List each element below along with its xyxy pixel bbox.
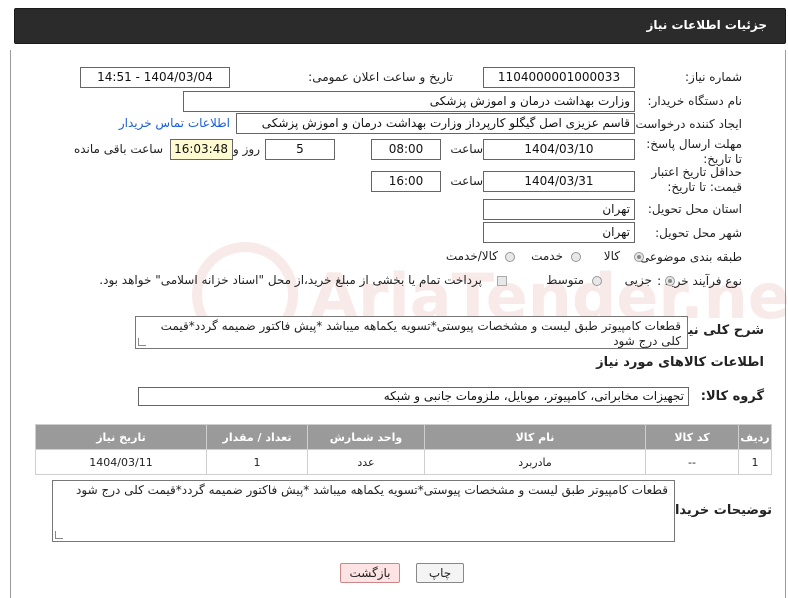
cell-qty: 1 <box>206 449 308 475</box>
description-text: قطعات کامپیوتر طبق لیست و مشخصات پیوستی*… <box>160 319 681 348</box>
treasury-payment-note: پرداخت تمام یا بخشی از مبلغ خرید،از محل … <box>99 273 482 287</box>
cell-unit: عدد <box>307 449 425 475</box>
process-minor-radio[interactable] <box>665 276 675 286</box>
goods-section-title: اطلاعات کالاهای مورد نیاز <box>596 355 764 370</box>
process-medium-label: متوسط <box>546 273 584 287</box>
process-medium-radio[interactable] <box>592 276 602 286</box>
validity-time-label: ساعت <box>450 174 483 188</box>
category-goods-radio[interactable] <box>634 252 644 262</box>
cell-code: -- <box>645 449 739 475</box>
province-value: تهران <box>483 199 635 220</box>
deadline-time: 08:00 <box>371 139 441 160</box>
need-number-value: 1104000001000033 <box>483 67 635 88</box>
remaining-label: ساعت باقی مانده <box>73 142 163 156</box>
col-date: تاریخ نیاز <box>35 424 207 450</box>
category-label: طبقه بندی موضوعی: <box>635 250 742 264</box>
category-goods-service-label: کالا/خدمت <box>445 249 498 263</box>
days-label: روز و <box>233 142 260 156</box>
category-goods-service-radio[interactable] <box>505 252 515 262</box>
category-goods-label: کالا <box>603 249 620 263</box>
announce-value: 1404/03/04 - 14:51 <box>80 67 230 88</box>
announce-label: تاریخ و ساعت اعلان عمومی: <box>308 70 453 84</box>
col-name: نام کالا <box>424 424 646 450</box>
buyer-org-value: وزارت بهداشت درمان و اموزش پزشکی <box>183 91 635 112</box>
page-title: جزئیات اطلاعات نیاز <box>646 18 767 32</box>
buyer-notes-label: توضیحات خریدار: <box>662 503 772 518</box>
goods-table: ردیف کد کالا نام کالا واحد شمارش تعداد /… <box>35 424 772 475</box>
remaining-time: 16:03:48 <box>170 139 233 160</box>
details-header-panel: جزئیات اطلاعات نیاز <box>14 8 786 44</box>
cell-row: 1 <box>738 449 772 475</box>
print-button[interactable]: چاپ <box>416 563 464 583</box>
buyer-contact-link[interactable]: اطلاعات تماس خریدار <box>119 116 230 130</box>
col-code: کد کالا <box>645 424 739 450</box>
validity-time: 16:00 <box>371 171 441 192</box>
cell-date: 1404/03/11 <box>35 449 207 475</box>
need-number-label: شماره نیاز: <box>685 70 742 84</box>
city-label: شهر محل تحویل: <box>655 226 742 240</box>
requester-value: قاسم عزیزی اصل گیگلو کارپرداز وزارت بهدا… <box>236 113 635 134</box>
validity-date: 1404/03/31 <box>483 171 635 192</box>
goods-group-label: گروه کالا: <box>700 389 764 404</box>
col-unit: واحد شمارش <box>307 424 425 450</box>
table-row: 1 -- مادربرد عدد 1 1404/03/11 <box>35 449 772 475</box>
treasury-payment-checkbox[interactable] <box>497 276 507 286</box>
page-frame: جزئیات اطلاعات نیاز AriaTender.net شماره… <box>0 0 788 598</box>
deadline-date: 1404/03/10 <box>483 139 635 160</box>
city-value: تهران <box>483 222 635 243</box>
category-service-label: خدمت <box>531 249 563 263</box>
back-button[interactable]: بازگشت <box>340 563 400 583</box>
validity-label: حداقل تاریخ اعتبار قیمت: تا تاریخ: <box>651 165 742 194</box>
goods-table-header: ردیف کد کالا نام کالا واحد شمارش تعداد /… <box>35 424 772 450</box>
goods-group-value: تجهیزات مخابراتی، کامپیوتر، موبایل، ملزو… <box>138 387 689 406</box>
buyer-notes-textarea: قطعات کامپیوتر طبق لیست و مشخصات پیوستی*… <box>52 480 675 542</box>
resize-handle-icon[interactable] <box>138 338 146 346</box>
deadline-time-label: ساعت <box>450 142 483 156</box>
deadline-label: مهلت ارسال پاسخ: تا تاریخ: <box>646 137 742 166</box>
description-textarea: قطعات کامپیوتر طبق لیست و مشخصات پیوستی*… <box>135 316 688 349</box>
col-row: ردیف <box>738 424 772 450</box>
process-minor-label: جزیی <box>624 273 652 287</box>
category-service-radio[interactable] <box>571 252 581 262</box>
province-label: استان محل تحویل: <box>647 202 742 216</box>
buyer-notes-text: قطعات کامپیوتر طبق لیست و مشخصات پیوستی*… <box>76 483 668 497</box>
cell-name: مادربرد <box>424 449 646 475</box>
deadline-days: 5 <box>265 139 335 160</box>
resize-handle-icon[interactable] <box>55 531 63 539</box>
requester-label: ایجاد کننده درخواست: <box>631 117 742 131</box>
buyer-org-label: نام دستگاه خریدار: <box>647 94 743 108</box>
col-qty: تعداد / مقدار <box>206 424 308 450</box>
